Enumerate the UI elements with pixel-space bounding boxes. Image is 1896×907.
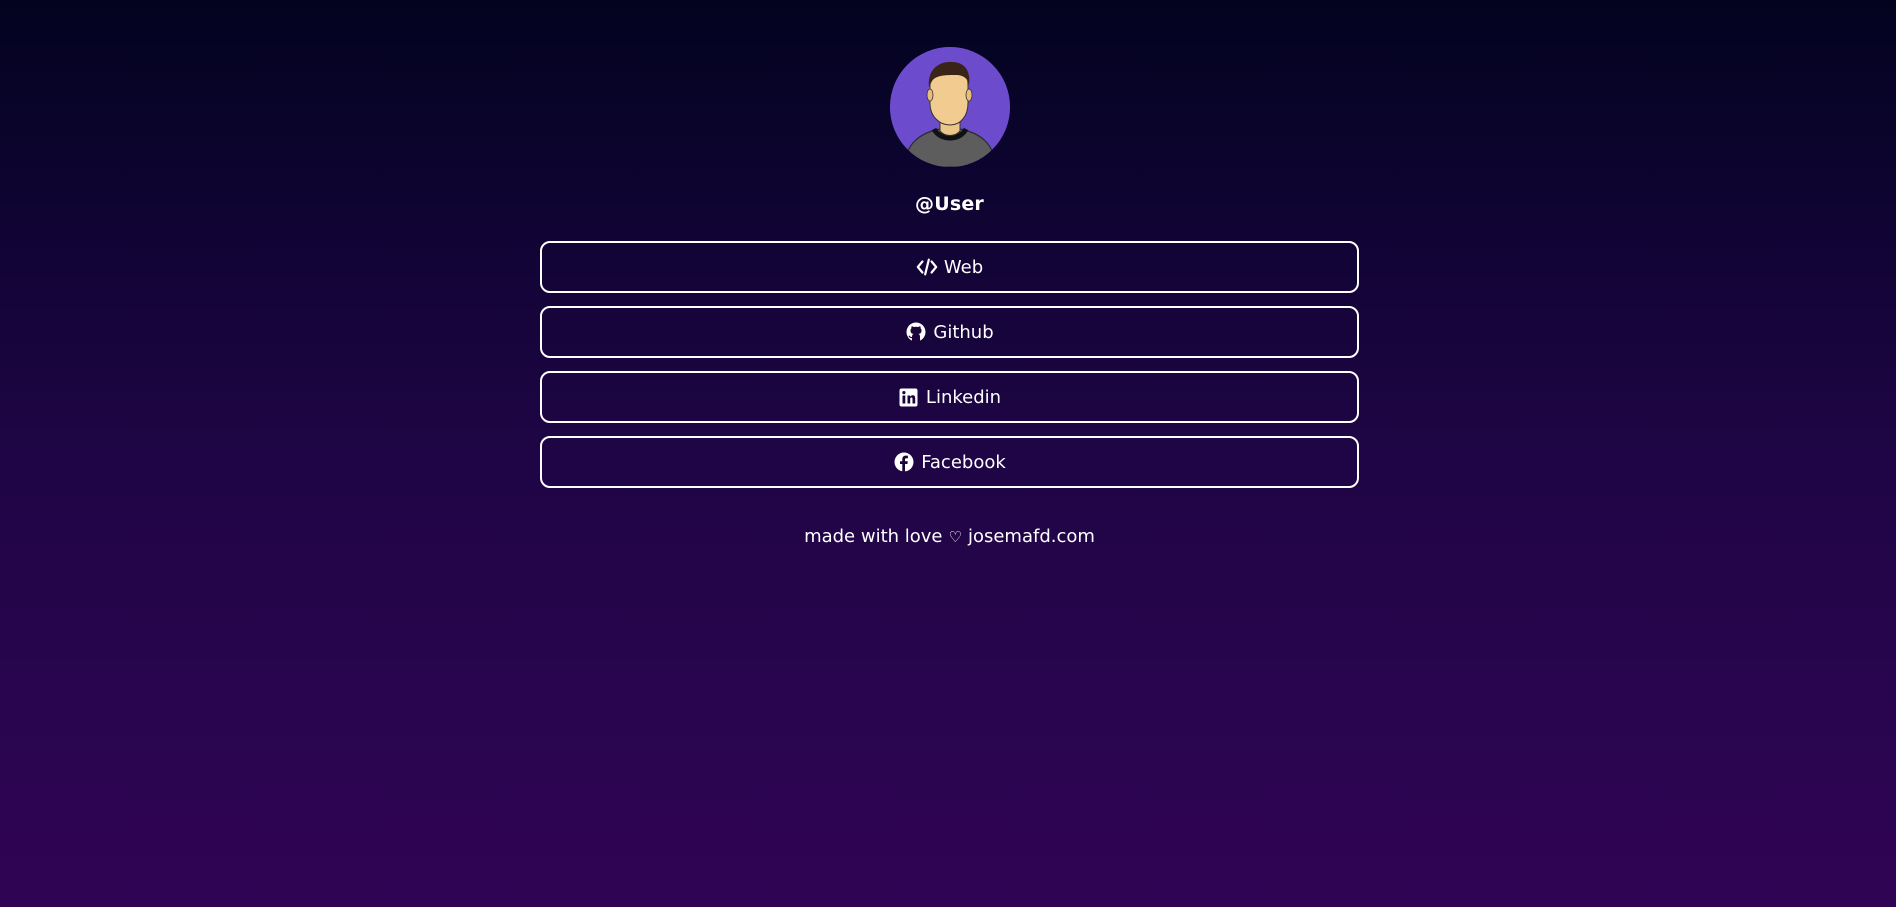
code-icon [916,256,938,278]
footer-site-link[interactable]: josemafd.com [968,526,1095,547]
linkedin-link-label: Linkedin [925,386,1002,408]
web-link-button[interactable]: Web [540,241,1359,293]
linkedin-icon [898,386,920,408]
profile-card: @User Web Github Linkedin Facebook made … [540,47,1359,547]
github-link-button[interactable]: Github [540,306,1359,358]
github-link-label: Github [933,321,994,343]
facebook-link-label: Facebook [921,451,1006,473]
facebook-link-button[interactable]: Facebook [540,436,1359,488]
web-link-label: Web [943,256,984,278]
heart-icon: ♡ [948,527,962,546]
avatar-illustration [889,47,1010,167]
footer-text: made with love [804,526,943,547]
github-icon [905,321,927,343]
link-list: Web Github Linkedin Facebook [540,241,1359,488]
username: @User [915,193,984,215]
footer: made with love ♡ josemafd.com [804,526,1095,547]
linkedin-link-button[interactable]: Linkedin [540,371,1359,423]
facebook-icon [893,451,915,473]
avatar [889,47,1010,167]
